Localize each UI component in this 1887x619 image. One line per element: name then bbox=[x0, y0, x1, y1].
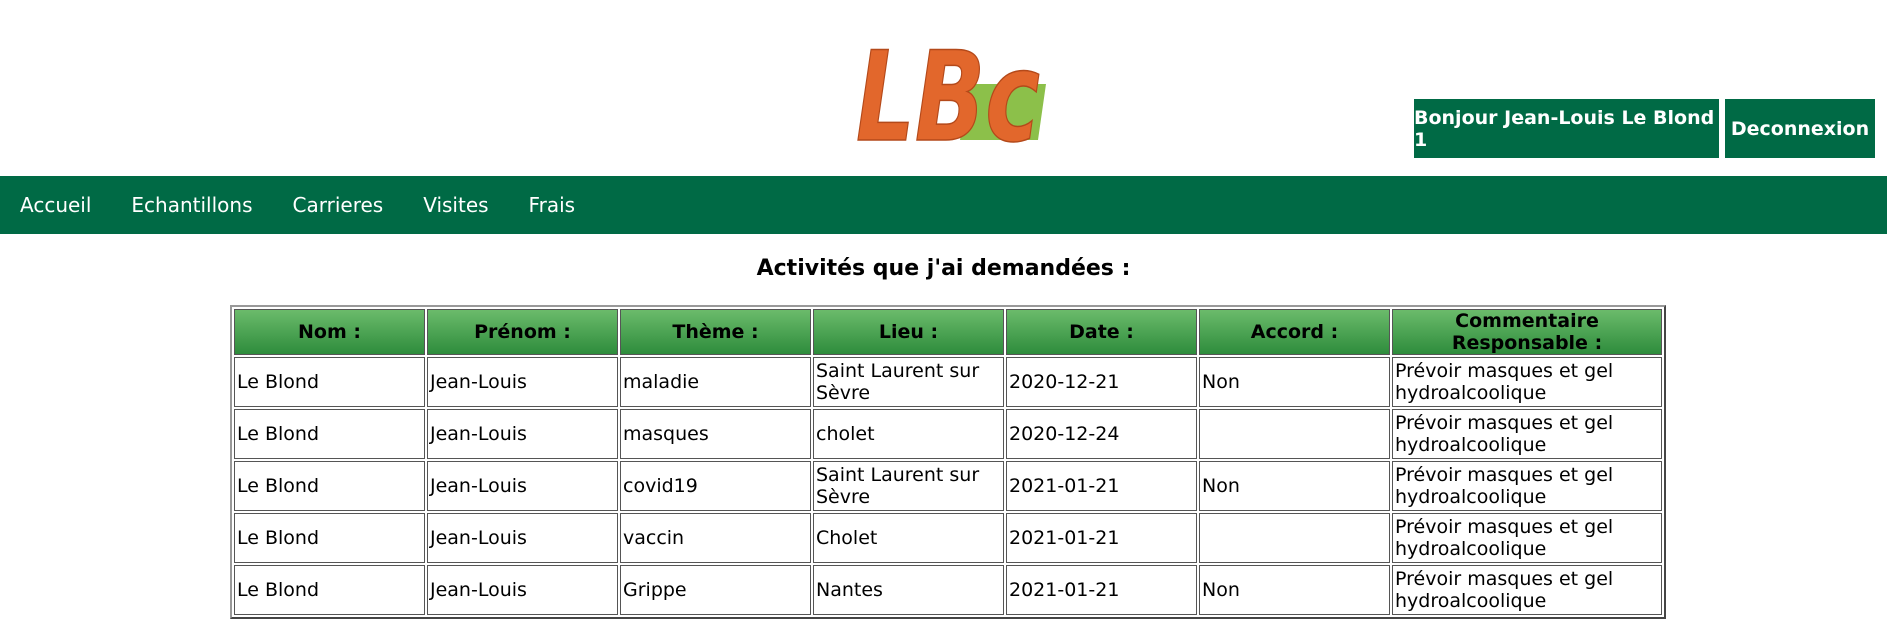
cell-theme: Grippe bbox=[620, 565, 811, 615]
cell-accord bbox=[1199, 513, 1390, 563]
nav-accueil[interactable]: Accueil bbox=[0, 193, 111, 217]
cell-lieu: Saint Laurent sur Sèvre bbox=[813, 357, 1004, 407]
cell-commentaire: Prévoir masques et gel hydroalcoolique bbox=[1392, 409, 1662, 459]
cell-nom: Le Blond bbox=[234, 409, 425, 459]
table-row: Le Blond Jean-Louis covid19 Saint Lauren… bbox=[234, 461, 1662, 511]
cell-date: 2021-01-21 bbox=[1006, 461, 1197, 511]
header-theme: Thème : bbox=[620, 309, 811, 355]
header-lieu: Lieu : bbox=[813, 309, 1004, 355]
table-header-row: Nom : Prénom : Thème : Lieu : Date : Acc… bbox=[234, 309, 1662, 355]
greeting-label: Bonjour Jean-Louis Le Blond 1 bbox=[1414, 106, 1715, 151]
nav-echantillons[interactable]: Echantillons bbox=[111, 193, 272, 217]
header-accord: Accord : bbox=[1199, 309, 1390, 355]
cell-prenom: Jean-Louis bbox=[427, 565, 618, 615]
cell-nom: Le Blond bbox=[234, 461, 425, 511]
cell-prenom: Jean-Louis bbox=[427, 409, 618, 459]
nav-carrieres[interactable]: Carrieres bbox=[273, 193, 404, 217]
lbc-logo[interactable]: LBc bbox=[848, 28, 1046, 150]
cell-theme: covid19 bbox=[620, 461, 811, 511]
cell-accord: Non bbox=[1199, 357, 1390, 407]
logout-label: Deconnexion bbox=[1730, 117, 1870, 140]
cell-theme: maladie bbox=[620, 357, 811, 407]
header-nom: Nom : bbox=[234, 309, 425, 355]
cell-prenom: Jean-Louis bbox=[427, 357, 618, 407]
cell-lieu: Saint Laurent sur Sèvre bbox=[813, 461, 1004, 511]
cell-lieu: Nantes bbox=[813, 565, 1004, 615]
activities-table: Nom : Prénom : Thème : Lieu : Date : Acc… bbox=[230, 305, 1666, 619]
cell-theme: masques bbox=[620, 409, 811, 459]
logout-button[interactable]: Deconnexion bbox=[1725, 99, 1875, 158]
cell-theme: vaccin bbox=[620, 513, 811, 563]
activities-table-wrapper: Nom : Prénom : Thème : Lieu : Date : Acc… bbox=[230, 305, 1666, 619]
greeting-button[interactable]: Bonjour Jean-Louis Le Blond 1 bbox=[1414, 99, 1719, 158]
cell-prenom: Jean-Louis bbox=[427, 461, 618, 511]
cell-date: 2021-01-21 bbox=[1006, 565, 1197, 615]
cell-accord: Non bbox=[1199, 565, 1390, 615]
header-commentaire: Commentaire Responsable : bbox=[1392, 309, 1662, 355]
cell-prenom: Jean-Louis bbox=[427, 513, 618, 563]
table-row: Le Blond Jean-Louis masques cholet 2020-… bbox=[234, 409, 1662, 459]
cell-date: 2020-12-24 bbox=[1006, 409, 1197, 459]
cell-nom: Le Blond bbox=[234, 565, 425, 615]
cell-nom: Le Blond bbox=[234, 357, 425, 407]
cell-commentaire: Prévoir masques et gel hydroalcoolique bbox=[1392, 357, 1662, 407]
cell-lieu: Cholet bbox=[813, 513, 1004, 563]
cell-date: 2020-12-21 bbox=[1006, 357, 1197, 407]
nav-frais[interactable]: Frais bbox=[509, 193, 596, 217]
cell-commentaire: Prévoir masques et gel hydroalcoolique bbox=[1392, 565, 1662, 615]
cell-lieu: cholet bbox=[813, 409, 1004, 459]
cell-accord bbox=[1199, 409, 1390, 459]
header-prenom: Prénom : bbox=[427, 309, 618, 355]
page-title: Activités que j'ai demandées : bbox=[756, 256, 1131, 281]
cell-commentaire: Prévoir masques et gel hydroalcoolique bbox=[1392, 461, 1662, 511]
main-nav: Accueil Echantillons Carrieres Visites F… bbox=[0, 176, 1887, 234]
header: LBc Bonjour Jean-Louis Le Blond 1 Deconn… bbox=[0, 0, 1887, 176]
logo-text: LBc bbox=[856, 28, 1040, 150]
cell-accord: Non bbox=[1199, 461, 1390, 511]
header-date: Date : bbox=[1006, 309, 1197, 355]
nav-visites[interactable]: Visites bbox=[403, 193, 508, 217]
table-row: Le Blond Jean-Louis Grippe Nantes 2021-0… bbox=[234, 565, 1662, 615]
cell-date: 2021-01-21 bbox=[1006, 513, 1197, 563]
cell-nom: Le Blond bbox=[234, 513, 425, 563]
table-row: Le Blond Jean-Louis vaccin Cholet 2021-0… bbox=[234, 513, 1662, 563]
cell-commentaire: Prévoir masques et gel hydroalcoolique bbox=[1392, 513, 1662, 563]
table-row: Le Blond Jean-Louis maladie Saint Lauren… bbox=[234, 357, 1662, 407]
